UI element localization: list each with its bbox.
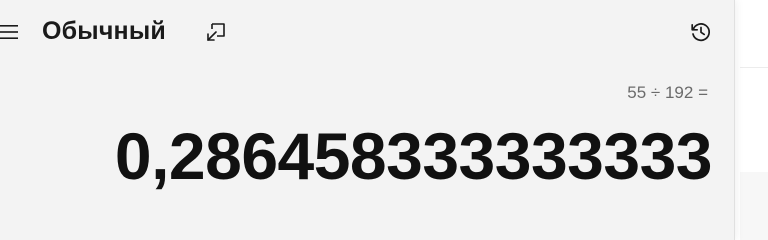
expression-display: 55 ÷ 192 =	[627, 83, 708, 102]
keep-on-top-icon	[207, 23, 225, 41]
background-window-panel	[740, 172, 768, 240]
background-window-divider	[740, 67, 768, 68]
result-display: 0,286458333333333	[114, 119, 713, 193]
calculator-mode-title: Обычный	[42, 17, 166, 45]
history-icon	[691, 23, 711, 42]
hamburger-menu-icon	[0, 25, 18, 39]
calculator-header: Обычный	[0, 0, 734, 62]
calculator-window: Обычный 55 ÷ 192 = 0,286458333333333	[0, 0, 734, 240]
history-button[interactable]	[686, 17, 716, 47]
navigation-menu-button[interactable]	[0, 18, 22, 46]
keep-on-top-button[interactable]	[202, 18, 230, 46]
desktop-area: Обычный 55 ÷ 192 = 0,286458333333333	[0, 0, 768, 240]
